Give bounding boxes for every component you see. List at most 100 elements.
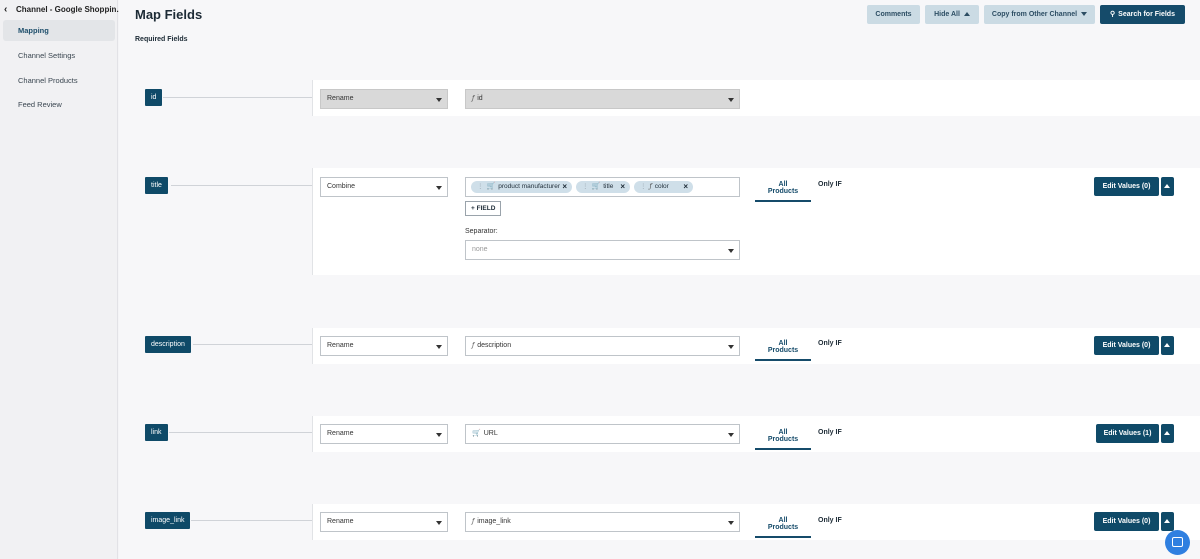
dropdown-arrow-icon (728, 521, 734, 525)
edit-values-button[interactable]: Edit Values (1) (1096, 424, 1159, 443)
channel-name: Channel - Google Shoppin... (16, 5, 124, 14)
tab-only-if[interactable]: Only IF (818, 429, 842, 436)
field-tag-id: id (145, 89, 163, 106)
dropdown-arrow-icon (436, 98, 442, 102)
cart-icon: 🛒 (472, 430, 481, 437)
search-label: Search for Fields (1118, 11, 1175, 18)
method-value: Rename (327, 95, 354, 102)
field-tag-link: link (145, 424, 168, 441)
cart-icon: 🛒 (591, 183, 601, 190)
caret-up-icon (1164, 184, 1170, 188)
sidebar-item-channel-products[interactable]: Channel Products (3, 70, 115, 91)
tab-all-products[interactable]: All Products (755, 181, 811, 202)
method-select-image-link[interactable]: Rename (320, 512, 448, 532)
chevron-left-icon: ‹ (4, 4, 8, 15)
connector-line (171, 185, 312, 186)
collapse-button[interactable] (1161, 177, 1174, 196)
value-select-link[interactable]: 🛒 URL (465, 424, 740, 444)
caret-up-icon (1164, 431, 1170, 435)
chip-label: color (654, 183, 669, 190)
chip-color[interactable]: ⋮ ƒ color × (634, 181, 693, 193)
caret-up-icon (1164, 519, 1170, 523)
copy-label: Copy from Other Channel (991, 11, 1078, 18)
field-tag-title: title (145, 177, 168, 194)
method-select-id[interactable]: Rename (320, 89, 448, 109)
caret-up-icon (963, 12, 970, 17)
dropdown-arrow-icon (728, 249, 734, 253)
tab-all-products[interactable]: All Products (755, 517, 811, 538)
close-icon[interactable]: × (562, 181, 567, 193)
method-select-link[interactable]: Rename (320, 424, 448, 444)
caret-up-icon (1164, 343, 1170, 347)
value-text: image_link (477, 518, 511, 525)
combine-fields-box[interactable]: ⋮ 🛒 product manufacturer × ⋮ 🛒 title × ⋮ ƒ color… (465, 177, 740, 197)
chip-title[interactable]: ⋮ 🛒 title × (576, 181, 630, 193)
collapse-button[interactable] (1161, 512, 1174, 531)
hide-all-button[interactable]: Hide All (925, 5, 979, 24)
close-icon[interactable]: × (683, 181, 688, 193)
value-select-image-link[interactable]: ƒ image_link (465, 512, 740, 532)
dropdown-arrow-icon (728, 433, 734, 437)
value-select-id[interactable]: ƒ id (465, 89, 740, 109)
value-text: URL (483, 430, 498, 437)
tab-only-if[interactable]: Only IF (818, 340, 842, 347)
chip-label: product manufacturer (498, 183, 561, 190)
chip-product-manufacturer[interactable]: ⋮ 🛒 product manufacturer × (471, 181, 572, 193)
connector-line (193, 344, 312, 345)
method-value: Rename (327, 430, 354, 437)
edit-values-button[interactable]: Edit Values (0) (1094, 177, 1159, 196)
drag-handle-icon[interactable]: ⋮ (640, 183, 647, 190)
tab-only-if[interactable]: Only IF (818, 181, 842, 188)
add-field-label: FIELD (476, 205, 496, 212)
comments-button[interactable]: Comments (867, 5, 920, 24)
drag-handle-icon[interactable]: ⋮ (477, 183, 484, 190)
f-icon: ƒ (472, 342, 475, 349)
separator-label: Separator: (465, 228, 498, 235)
f-icon: ƒ (472, 518, 475, 525)
caret-down-icon (1081, 12, 1088, 17)
chat-widget-button[interactable] (1165, 530, 1190, 555)
search-fields-button[interactable]: ⚲ Search for Fields (1100, 5, 1185, 24)
edit-values-button[interactable]: Edit Values (0) (1094, 512, 1159, 531)
tab-all-products[interactable]: All Products (755, 429, 811, 450)
f-icon: ƒ (472, 95, 475, 102)
method-value: Combine (327, 183, 356, 190)
method-select-title[interactable]: Combine (320, 177, 448, 197)
separator-value: none (472, 246, 488, 253)
page-title: Map Fields (135, 7, 203, 22)
dropdown-arrow-icon (436, 345, 442, 349)
tab-only-if[interactable]: Only IF (818, 517, 842, 524)
field-tag-image-link: image_link (145, 512, 191, 529)
edit-values-button[interactable]: Edit Values (0) (1094, 336, 1159, 355)
sidebar-item-mapping[interactable]: Mapping (3, 20, 115, 41)
value-text: description (477, 342, 512, 349)
dropdown-arrow-icon (436, 433, 442, 437)
add-field-button[interactable]: + FIELD (465, 201, 502, 216)
collapse-button[interactable] (1161, 424, 1174, 443)
tab-all-products[interactable]: All Products (755, 340, 811, 361)
dropdown-arrow-icon (728, 345, 734, 349)
sidebar-item-feed-review[interactable]: Feed Review (3, 94, 115, 115)
value-text: id (477, 95, 483, 102)
separator-select[interactable]: none (465, 240, 740, 260)
drag-handle-icon[interactable]: ⋮ (582, 183, 589, 190)
connector-line (169, 432, 312, 433)
value-select-description[interactable]: ƒ description (465, 336, 740, 356)
connector-line (163, 97, 312, 98)
copy-from-channel-button[interactable]: Copy from Other Channel (984, 5, 1095, 24)
connector-line (191, 520, 312, 521)
dropdown-arrow-icon (436, 521, 442, 525)
cart-icon: 🛒 (486, 183, 496, 190)
sidebar-item-channel-settings[interactable]: Channel Settings (3, 45, 115, 66)
dropdown-arrow-icon (436, 186, 442, 190)
back-link[interactable]: ‹ Channel - Google Shoppin... (4, 4, 123, 15)
search-icon: ⚲ (1110, 11, 1116, 18)
method-value: Rename (327, 518, 354, 525)
close-icon[interactable]: × (620, 181, 625, 193)
method-select-description[interactable]: Rename (320, 336, 448, 356)
main-content: Map Fields Required Fields Comments Hide… (119, 0, 1200, 559)
comments-label: Comments (875, 11, 912, 18)
section-title: Required Fields (135, 36, 188, 43)
collapse-button[interactable] (1161, 336, 1174, 355)
sidebar: ‹ Channel - Google Shoppin... Mapping Cha… (0, 0, 123, 559)
